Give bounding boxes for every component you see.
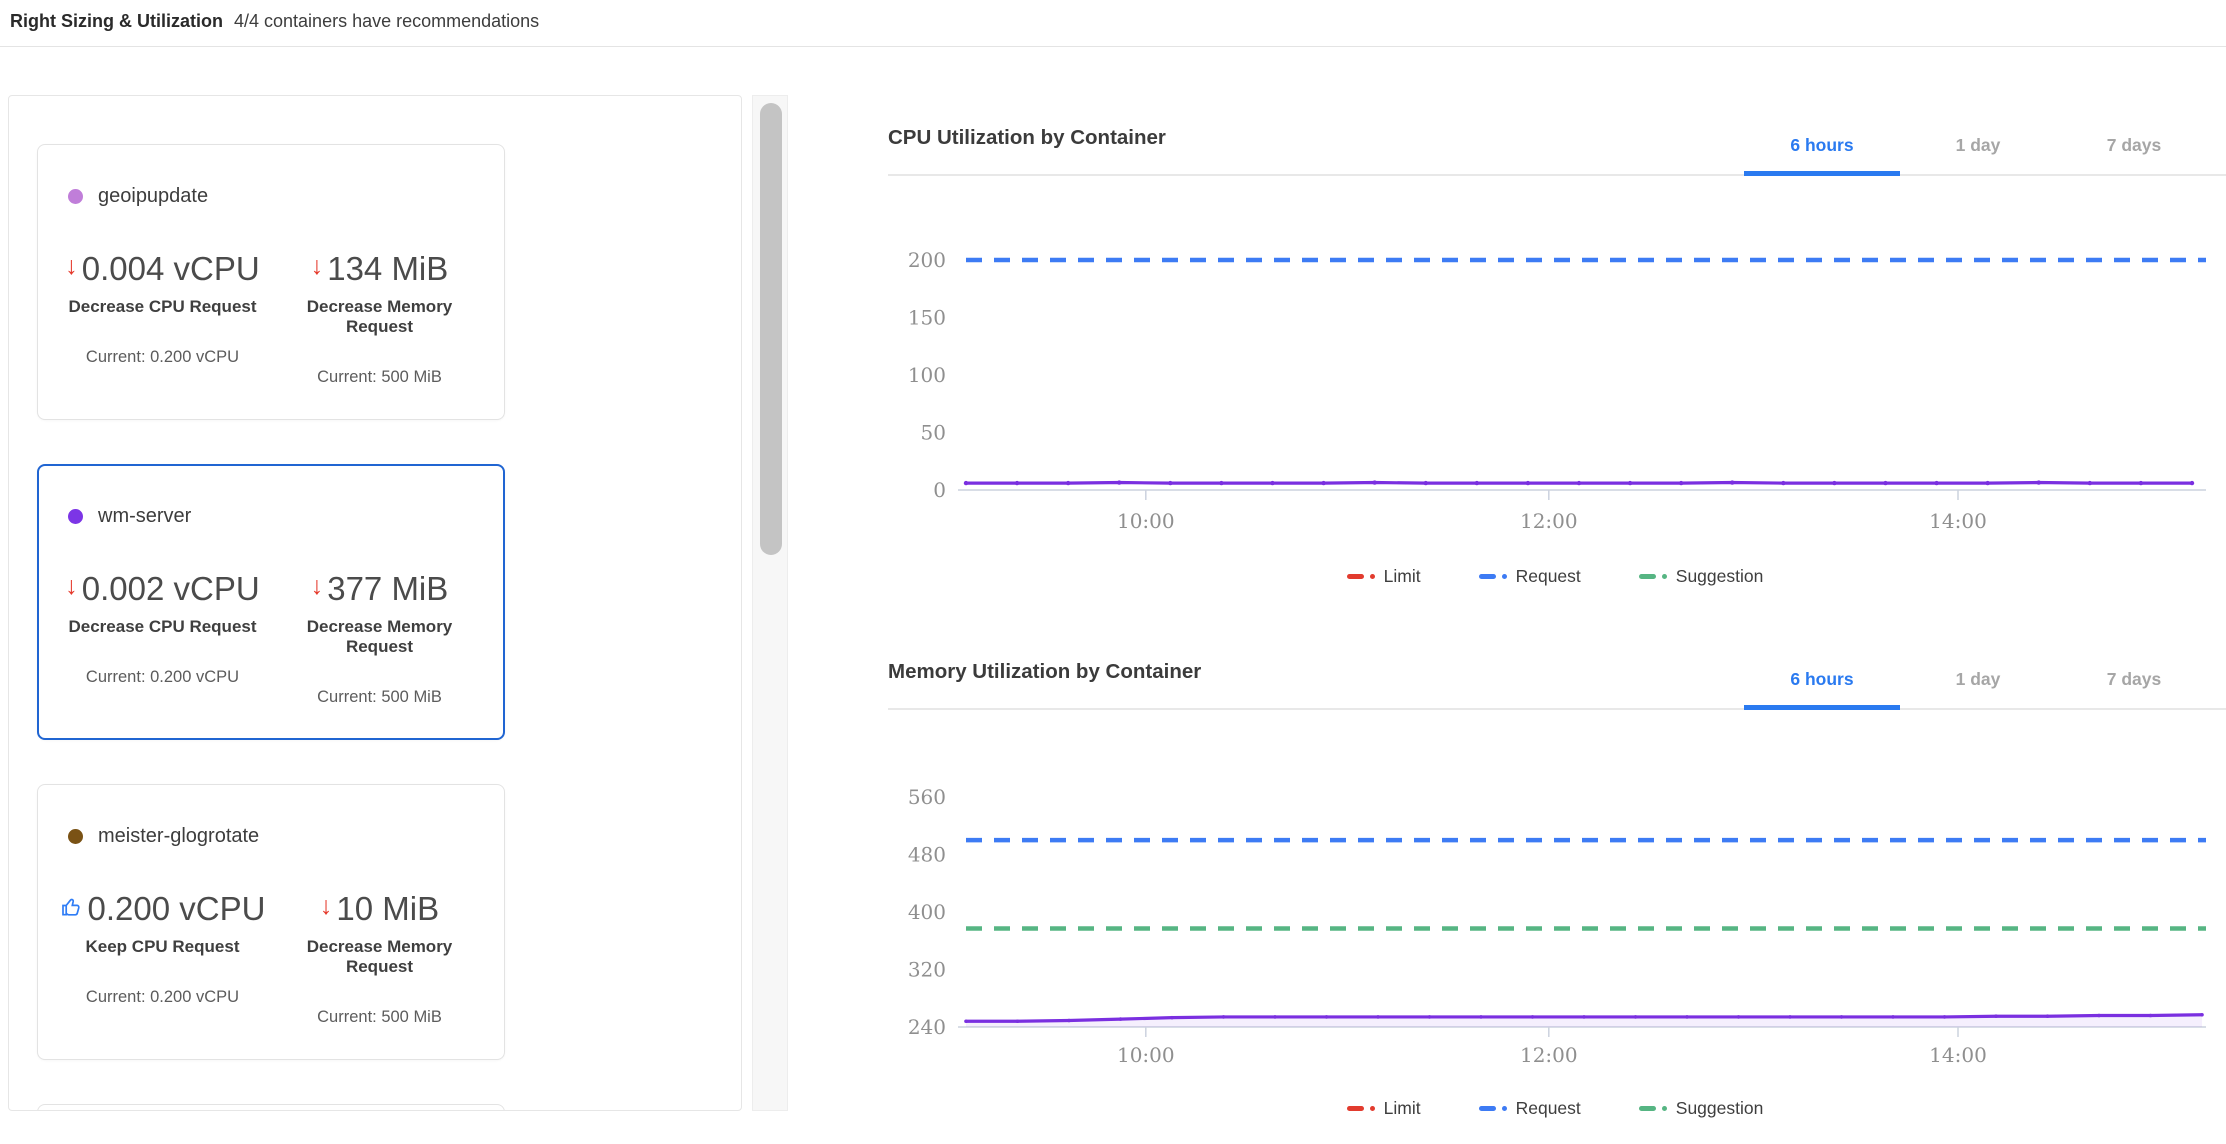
svg-text:150: 150 [908, 306, 946, 330]
cpu-recommendation: ↓ 0.200 vCPU Keep CPU Request Current: 0… [54, 890, 271, 1027]
memory-chart-legend: Limit Request Suggestion [890, 1098, 2220, 1119]
svg-text:0: 0 [933, 478, 946, 502]
cpu-chart-title: CPU Utilization by Container [888, 126, 1166, 150]
decrease-arrow-icon: ↓ [65, 252, 78, 281]
tab-6-hours[interactable]: 6 hours [1744, 663, 1900, 710]
decrease-arrow-icon: ↓ [320, 892, 333, 921]
legend-item-limit[interactable]: Limit [1347, 566, 1421, 587]
svg-text:50: 50 [921, 421, 946, 445]
page-title: Right Sizing & Utilization 4/4 container… [10, 11, 539, 32]
svg-text:240: 240 [908, 1015, 946, 1039]
legend-item-request[interactable]: Request [1479, 1098, 1581, 1119]
suggestion-dash-icon [1639, 574, 1667, 579]
header-divider [0, 46, 2226, 47]
memory-current-value: Current: 500 MiB [271, 368, 488, 387]
memory-chart-title: Memory Utilization by Container [888, 660, 1201, 684]
legend-item-suggestion[interactable]: Suggestion [1639, 566, 1764, 587]
svg-text:400: 400 [908, 900, 946, 924]
page-title-text: Right Sizing & Utilization [10, 11, 223, 31]
scrollbar-thumb[interactable] [760, 103, 782, 555]
cpu-current-value: Current: 0.200 vCPU [54, 348, 271, 367]
tab-1-day[interactable]: 1 day [1900, 129, 2056, 176]
cpu-action-label: Decrease CPU Request [54, 297, 271, 317]
thumbs-up-icon [60, 895, 84, 919]
svg-text:12:00: 12:00 [1520, 509, 1578, 533]
cpu-action-label: Decrease CPU Request [54, 617, 271, 637]
memory-recommendation-value: 134 MiB [327, 250, 448, 288]
svg-text:10:00: 10:00 [1117, 509, 1175, 533]
cpu-recommendation-value: 0.200 vCPU [88, 890, 266, 928]
memory-current-value: Current: 500 MiB [271, 1008, 488, 1027]
legend-item-suggestion[interactable]: Suggestion [1639, 1098, 1764, 1119]
decrease-arrow-icon: ↓ [311, 572, 324, 601]
cpu-recommendation: ↓ 0.002 vCPU Decrease CPU Request Curren… [54, 570, 271, 707]
cpu-current-value: Current: 0.200 vCPU [54, 668, 271, 687]
suggestion-dash-icon [1639, 1106, 1667, 1111]
cpu-recommendation-value: 0.002 vCPU [82, 570, 260, 608]
tab-7-days[interactable]: 7 days [2056, 663, 2212, 710]
limit-dash-icon [1347, 574, 1375, 579]
cpu-recommendation: ↓ 0.004 vCPU Decrease CPU Request Curren… [54, 250, 271, 387]
container-card-meister-glogrotate[interactable]: meister-glogrotate ↓ 0.200 vCPU Keep CPU… [37, 784, 505, 1060]
tab-1-day[interactable]: 1 day [1900, 663, 2056, 710]
limit-dash-icon [1347, 1106, 1375, 1111]
tab-7-days[interactable]: 7 days [2056, 129, 2212, 176]
container-name: geoipupdate [98, 185, 208, 208]
container-card-wm-server[interactable]: wm-server ↓ 0.002 vCPU Decrease CPU Requ… [37, 464, 505, 740]
memory-action-label: Decrease Memory Request [271, 297, 488, 337]
memory-current-value: Current: 500 MiB [271, 688, 488, 707]
memory-time-range-tabs: 6 hours 1 day 7 days [1744, 663, 2212, 710]
svg-text:14:00: 14:00 [1929, 509, 1987, 533]
cpu-time-range-tabs: 6 hours 1 day 7 days [1744, 129, 2212, 176]
container-name: meister-glogrotate [98, 825, 259, 848]
request-dash-icon [1479, 574, 1507, 579]
container-card-geoipupdate[interactable]: geoipupdate ↓ 0.004 vCPU Decrease CPU Re… [37, 144, 505, 420]
legend-item-request[interactable]: Request [1479, 566, 1581, 587]
cpu-chart-header: CPU Utilization by Container 6 hours 1 d… [888, 118, 2226, 176]
decrease-arrow-icon: ↓ [311, 252, 324, 281]
legend-item-limit[interactable]: Limit [1347, 1098, 1421, 1119]
container-list-panel: geoipupdate ↓ 0.004 vCPU Decrease CPU Re… [8, 95, 742, 1111]
cpu-chart-legend: Limit Request Suggestion [890, 566, 2220, 587]
svg-text:200: 200 [908, 248, 946, 272]
tab-6-hours[interactable]: 6 hours [1744, 129, 1900, 176]
container-color-dot [68, 509, 83, 524]
container-name: wm-server [98, 505, 191, 528]
memory-utilization-chart: 240 320 400 480 560 10:00 12:00 14:00 [890, 722, 2220, 1072]
memory-recommendation: ↓ 377 MiB Decrease Memory Request Curren… [271, 570, 488, 707]
container-color-dot [68, 189, 83, 204]
svg-text:480: 480 [908, 843, 946, 867]
svg-text:10:00: 10:00 [1117, 1043, 1175, 1067]
svg-text:100: 100 [908, 363, 946, 387]
memory-chart-header: Memory Utilization by Container 6 hours … [888, 652, 2226, 710]
svg-text:560: 560 [908, 785, 946, 809]
cpu-current-value: Current: 0.200 vCPU [54, 988, 271, 1007]
cpu-recommendation-value: 0.004 vCPU [82, 250, 260, 288]
next-container-card-partial[interactable] [37, 1104, 505, 1111]
svg-text:14:00: 14:00 [1929, 1043, 1987, 1067]
cpu-utilization-chart: 0 50 100 150 200 10:00 12:00 14:00 [890, 190, 2220, 560]
memory-recommendation-value: 377 MiB [327, 570, 448, 608]
memory-recommendation: ↓ 10 MiB Decrease Memory Request Current… [271, 890, 488, 1027]
page-subtitle: 4/4 containers have recommendations [234, 11, 539, 31]
memory-action-label: Decrease Memory Request [271, 937, 488, 977]
memory-action-label: Decrease Memory Request [271, 617, 488, 657]
svg-text:320: 320 [908, 958, 946, 982]
cpu-action-label: Keep CPU Request [54, 937, 271, 957]
decrease-arrow-icon: ↓ [65, 572, 78, 601]
svg-text:12:00: 12:00 [1520, 1043, 1578, 1067]
request-dash-icon [1479, 1106, 1507, 1111]
container-color-dot [68, 829, 83, 844]
memory-recommendation-value: 10 MiB [336, 890, 439, 928]
memory-recommendation: ↓ 134 MiB Decrease Memory Request Curren… [271, 250, 488, 387]
